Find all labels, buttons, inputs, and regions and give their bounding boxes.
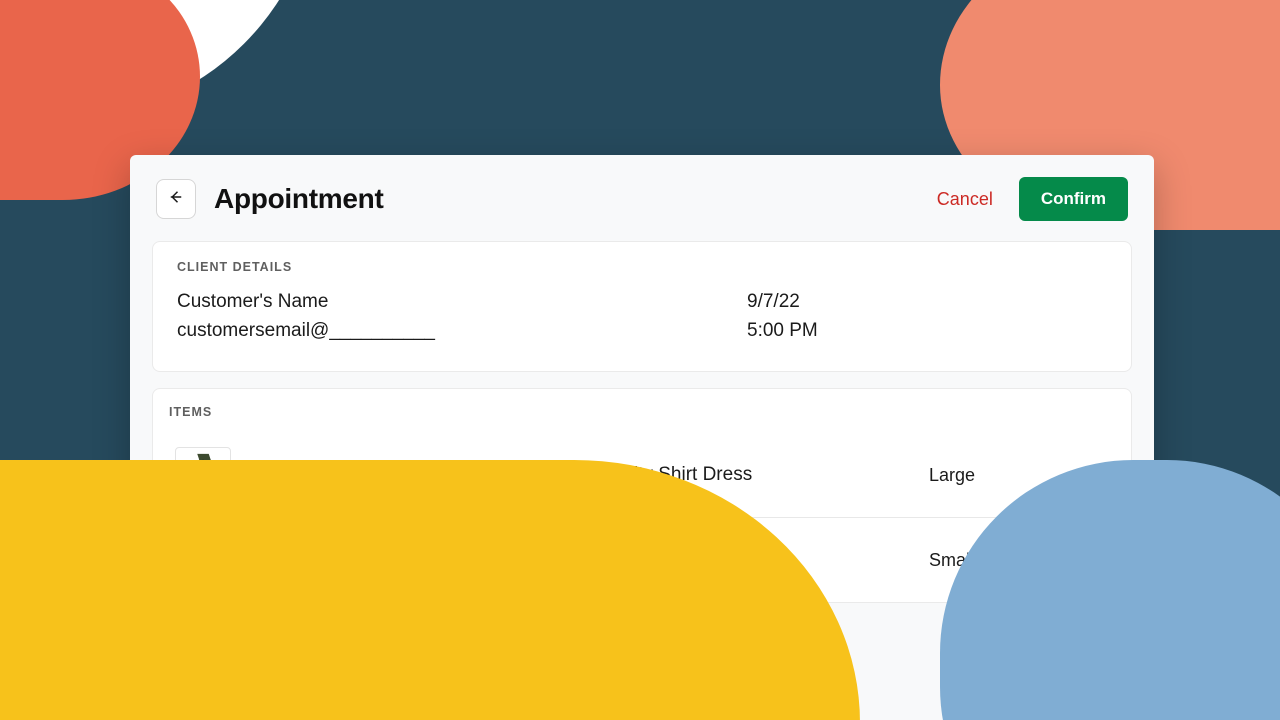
header-actions: Cancel Confirm bbox=[937, 177, 1128, 221]
client-name: Customer's Name bbox=[177, 288, 657, 317]
card-header: Appointment Cancel Confirm bbox=[130, 155, 1154, 241]
appointment-date: 9/7/22 bbox=[747, 288, 987, 317]
client-email: customersemail@__________ bbox=[177, 317, 657, 346]
client-details-label: CLIENT DETAILS bbox=[177, 260, 1107, 274]
back-button[interactable] bbox=[156, 179, 196, 219]
client-details-section: CLIENT DETAILS Customer's Name customers… bbox=[152, 241, 1132, 372]
arrow-left-icon bbox=[167, 188, 185, 211]
items-label: ITEMS bbox=[169, 405, 1115, 419]
cancel-button[interactable]: Cancel bbox=[937, 189, 993, 210]
confirm-button[interactable]: Confirm bbox=[1019, 177, 1128, 221]
page-title: Appointment bbox=[214, 183, 919, 215]
appointment-time: 5:00 PM bbox=[747, 317, 987, 346]
